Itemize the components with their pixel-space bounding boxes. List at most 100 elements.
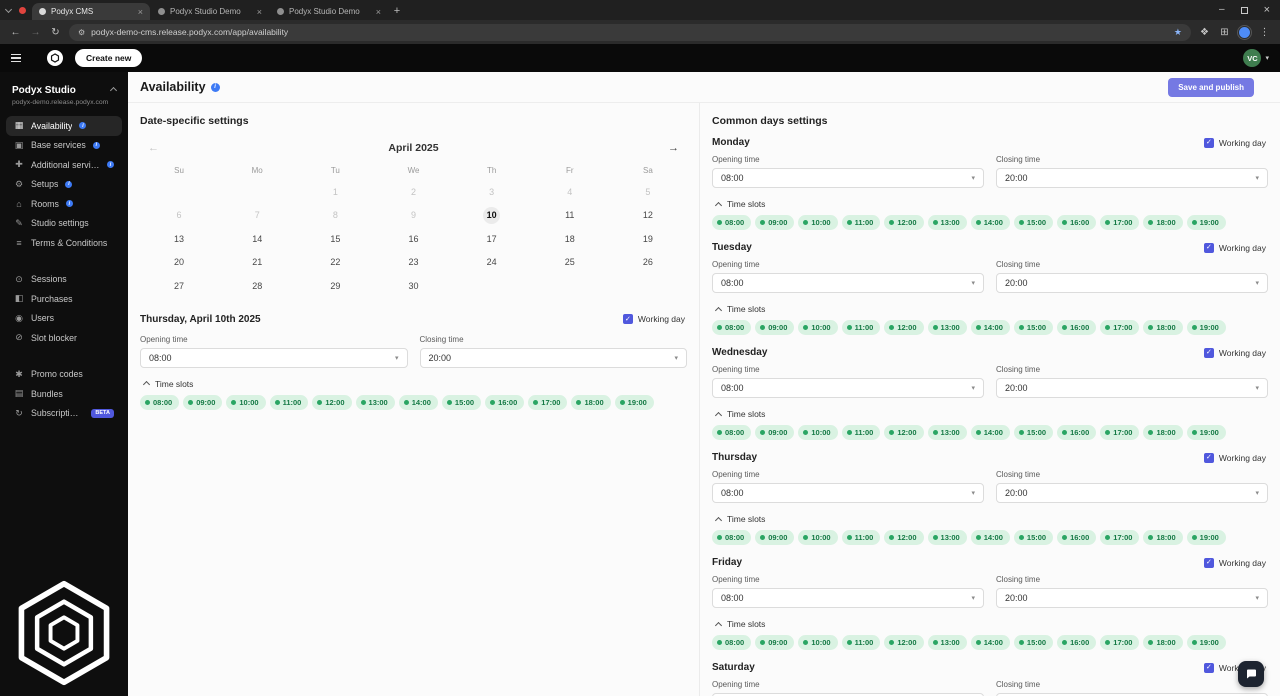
time-slot-pill[interactable]: 12:00 (884, 425, 924, 440)
time-slot-pill[interactable]: 09:00 (755, 635, 795, 650)
opening-time-select[interactable]: 08:00 ▾ (712, 378, 984, 398)
time-slot-pill[interactable]: 17:00 (1100, 425, 1140, 440)
calendar-date[interactable]: 17 (453, 227, 531, 251)
calendar-date[interactable]: 6 (140, 204, 218, 228)
sidebar-item-studio-settings[interactable]: ✎ Studio settings (6, 214, 122, 234)
calendar-date[interactable]: 9 (374, 204, 452, 228)
working-day-checkbox[interactable]: ✓ (1203, 242, 1214, 253)
time-slot-pill[interactable]: 10:00 (798, 320, 838, 335)
time-slot-pill[interactable]: 19:00 (1186, 215, 1226, 230)
time-slot-pill[interactable]: 13:00 (927, 635, 967, 650)
time-slot-pill[interactable]: 17:00 (528, 394, 568, 410)
address-bar[interactable]: ⚙ podyx-demo-cms.release.podyx.com/app/a… (69, 23, 1191, 41)
chevron-up-icon[interactable] (109, 86, 118, 95)
time-slot-pill[interactable]: 16:00 (485, 394, 525, 410)
time-slot-pill[interactable]: 10:00 (798, 635, 838, 650)
time-slot-pill[interactable]: 16:00 (1057, 425, 1097, 440)
calendar-date[interactable]: 14 (218, 227, 296, 251)
calendar-date[interactable]: 4 (531, 180, 609, 204)
calendar-date[interactable]: 23 (374, 251, 452, 275)
back-icon[interactable]: ← (9, 27, 22, 38)
site-settings-icon[interactable]: ⚙ (78, 28, 85, 37)
time-slot-pill[interactable]: 19:00 (1186, 530, 1226, 545)
working-day-checkbox[interactable]: ✓ (1203, 557, 1214, 568)
opening-time-select[interactable]: 08:00 ▾ (140, 347, 408, 368)
closing-time-select[interactable]: 20:00 ▾ (419, 347, 687, 368)
calendar-date[interactable]: 3 (453, 180, 531, 204)
time-slot-pill[interactable]: 11:00 (841, 320, 881, 335)
apps-icon[interactable]: ⊞ (1218, 27, 1231, 38)
calendar-date[interactable]: 30 (374, 274, 452, 298)
new-tab-button[interactable]: + (388, 3, 406, 20)
sidebar-item-rooms[interactable]: ⌂ Rooms i (6, 194, 122, 214)
time-slot-pill[interactable]: 12:00 (884, 530, 924, 545)
studio-header[interactable]: Podyx Studio podyx-demo.release.podyx.co… (0, 81, 128, 114)
forward-icon[interactable]: → (29, 27, 42, 38)
working-day-toggle[interactable]: ✓ Working day (1203, 137, 1266, 148)
calendar-date[interactable]: 27 (140, 274, 218, 298)
time-slot-pill[interactable]: 12:00 (884, 320, 924, 335)
time-slot-pill[interactable]: 14:00 (398, 394, 438, 410)
time-slot-pill[interactable]: 13:00 (927, 320, 967, 335)
sidebar-item-promo-codes[interactable]: ✱ Promo codes (6, 365, 122, 385)
browser-profile-avatar[interactable] (1238, 25, 1251, 39)
opening-time-select[interactable]: 08:00 ▾ (712, 168, 984, 188)
time-slot-pill[interactable]: 14:00 (970, 530, 1010, 545)
time-slot-pill[interactable]: 08:00 (712, 425, 752, 440)
time-slot-pill[interactable]: 08:00 (712, 320, 752, 335)
calendar-next-icon[interactable]: → (668, 142, 679, 154)
extensions-icon[interactable]: ❖ (1198, 27, 1211, 38)
calendar-date[interactable]: 21 (218, 251, 296, 275)
time-slot-pill[interactable]: 19:00 (1186, 320, 1226, 335)
time-slots-toggle[interactable]: Time slots (712, 304, 1268, 314)
tab-close-icon[interactable]: × (257, 7, 262, 17)
time-slot-pill[interactable]: 11:00 (841, 530, 881, 545)
time-slot-pill[interactable]: 09:00 (755, 320, 795, 335)
calendar-date[interactable]: 22 (296, 251, 374, 275)
time-slots-toggle[interactable]: Time slots (712, 199, 1268, 209)
time-slot-pill[interactable]: 15:00 (441, 394, 482, 410)
time-slot-pill[interactable]: 11:00 (841, 425, 881, 440)
sidebar-item-setups[interactable]: ⚙ Setups i (6, 175, 122, 195)
time-slot-pill[interactable]: 16:00 (1057, 635, 1097, 650)
time-slot-pill[interactable]: 11:00 (841, 635, 881, 650)
time-slot-pill[interactable]: 15:00 (1013, 215, 1054, 230)
time-slot-pill[interactable]: 18:00 (1143, 530, 1183, 545)
time-slot-pill[interactable]: 15:00 (1013, 635, 1054, 650)
close-icon[interactable]: × (1264, 4, 1270, 16)
time-slot-pill[interactable]: 18:00 (1143, 320, 1183, 335)
time-slot-pill[interactable]: 15:00 (1013, 320, 1054, 335)
time-slot-pill[interactable]: 08:00 (140, 394, 180, 410)
sidebar-item-subscriptions[interactable]: ↻ Subscriptions BETA (6, 404, 122, 424)
working-day-toggle[interactable]: ✓ Working day (622, 314, 685, 324)
time-slot-pill[interactable]: 18:00 (1143, 635, 1183, 650)
maximize-icon[interactable] (1240, 6, 1248, 14)
sidebar-item-base-services[interactable]: ▣ Base services i (6, 136, 122, 156)
time-slot-pill[interactable]: 10:00 (798, 215, 838, 230)
calendar-date[interactable]: 1 (296, 180, 374, 204)
bookmark-star-icon[interactable]: ★ (1174, 27, 1182, 38)
time-slot-pill[interactable]: 14:00 (970, 635, 1010, 650)
working-day-toggle[interactable]: ✓ Working day (1203, 242, 1266, 253)
time-slot-pill[interactable]: 11:00 (841, 215, 881, 230)
sidebar-item-purchases[interactable]: ◧ Purchases (6, 289, 122, 309)
calendar-date[interactable]: 10 (453, 204, 531, 228)
working-day-checkbox[interactable]: ✓ (1203, 662, 1214, 673)
calendar-date[interactable]: 29 (296, 274, 374, 298)
time-slot-pill[interactable]: 09:00 (755, 530, 795, 545)
hamburger-menu-icon[interactable] (11, 53, 21, 63)
time-slot-pill[interactable]: 08:00 (712, 530, 752, 545)
calendar-prev-icon[interactable]: ← (148, 142, 159, 154)
time-slot-pill[interactable]: 13:00 (927, 215, 967, 230)
calendar-date[interactable]: 12 (609, 204, 687, 228)
time-slot-pill[interactable]: 08:00 (712, 635, 752, 650)
time-slot-pill[interactable]: 14:00 (970, 425, 1010, 440)
calendar-date[interactable]: 18 (531, 227, 609, 251)
time-slot-pill[interactable]: 12:00 (312, 394, 352, 410)
time-slot-pill[interactable]: 18:00 (1143, 215, 1183, 230)
calendar-date[interactable]: 11 (531, 204, 609, 228)
working-day-checkbox[interactable]: ✓ (1203, 347, 1214, 358)
tab-close-icon[interactable]: × (138, 7, 143, 17)
calendar-date[interactable]: 13 (140, 227, 218, 251)
time-slot-pill[interactable]: 13:00 (927, 530, 967, 545)
